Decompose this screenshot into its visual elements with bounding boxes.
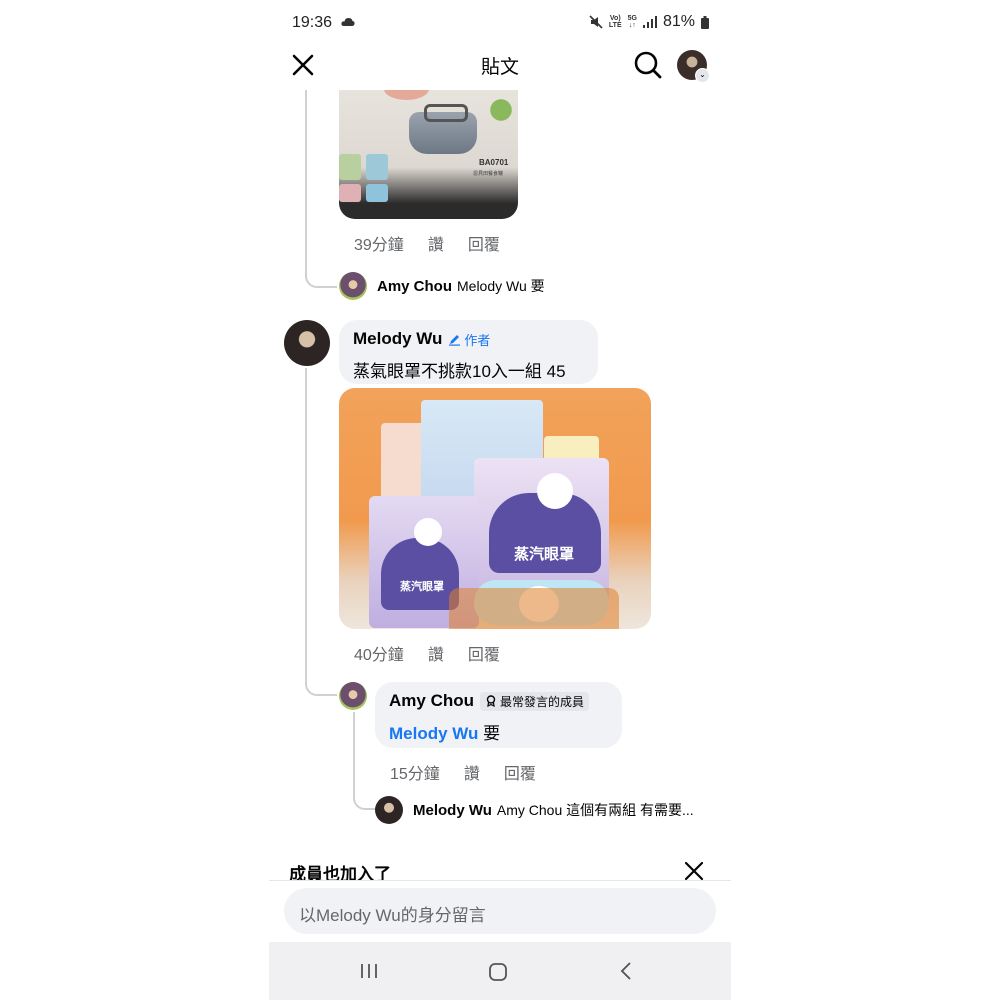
divider <box>269 880 731 881</box>
thread-connector <box>305 678 337 696</box>
thread-line <box>305 90 307 278</box>
comment-placeholder: 以Melody Wu的身分留言 <box>299 906 486 925</box>
back-icon[interactable] <box>619 961 633 981</box>
reply-author: Melody Wu <box>413 801 492 819</box>
reply-meta: 15分鐘 讚 回覆 <box>390 760 536 784</box>
reply-preview: Amy Chou 這個有兩組 有需要... <box>496 802 694 818</box>
thread-line <box>305 368 307 684</box>
collapsed-reply[interactable]: Amy Chou Melody Wu 要 <box>339 272 545 300</box>
signal-icon <box>642 16 657 28</box>
comment-time: 39分鐘 <box>354 237 404 254</box>
reply-text: Melody Wu 要 <box>389 724 501 743</box>
status-icons: Vo) LTE 5G ↓↑ 81% <box>589 13 709 31</box>
like-button[interactable]: 讚 <box>464 760 480 784</box>
comment-image-eyemask[interactable]: 蒸汽眼罩 蒸汽眼罩 <box>339 388 651 629</box>
status-time: 19:36 <box>292 14 333 31</box>
mention-link[interactable]: Melody Wu <box>389 724 478 743</box>
comment-text: 蒸氣眼罩不挑款10入一組 45 <box>353 362 566 381</box>
close-icon[interactable] <box>683 860 705 882</box>
top-contributor-badge: 最常發言的成員 <box>480 691 590 711</box>
collapsed-reply[interactable]: Melody Wu Amy Chou 這個有兩組 有需要... <box>375 796 694 824</box>
home-icon[interactable] <box>488 962 508 982</box>
reply-preview: Melody Wu 要 <box>457 278 545 294</box>
phone-screen: 19:36 Vo) LTE 5G ↓↑ 81% 貼文 ⌄ BA0701 恩貝田餐… <box>269 0 731 1000</box>
comment-meta: 39分鐘 讚 回覆 <box>354 231 500 255</box>
pencil-icon <box>449 334 461 346</box>
mute-icon <box>589 15 603 29</box>
reply-button[interactable]: 回覆 <box>468 641 500 665</box>
avatar[interactable] <box>339 682 367 710</box>
comment-bubble: Melody Wu 作者 蒸氣眼罩不挑款10入一組 45 <box>339 320 598 384</box>
comment-time: 15分鐘 <box>390 766 440 783</box>
like-button[interactable]: 讚 <box>428 641 444 665</box>
reply-bubble: Amy Chou 最常發言的成員 Melody Wu 要 <box>375 682 622 748</box>
volte-indicator: Vo) LTE <box>608 15 622 29</box>
comment-meta: 40分鐘 讚 回覆 <box>354 641 500 665</box>
thread-connector <box>305 270 337 288</box>
chevron-down-icon: ⌄ <box>695 68 710 83</box>
comment-author[interactable]: Melody Wu <box>353 329 442 349</box>
comment-composer: 以Melody Wu的身分留言 <box>269 880 731 942</box>
reply-button[interactable]: 回覆 <box>504 760 536 784</box>
avatar <box>339 272 367 300</box>
search-icon[interactable] <box>633 50 663 80</box>
battery-icon <box>701 15 709 29</box>
status-bar: 19:36 Vo) LTE 5G ↓↑ 81% <box>269 0 731 46</box>
app-header: 貼文 ⌄ <box>269 46 731 86</box>
thread-line <box>353 712 355 797</box>
reply-button[interactable]: 回覆 <box>468 231 500 255</box>
battery-percent: 81% <box>662 13 695 30</box>
author-badge: 作者 <box>448 330 490 349</box>
thread-connector <box>353 792 375 810</box>
comment-input[interactable]: 以Melody Wu的身分留言 <box>284 888 716 934</box>
comment-image-lunchbox[interactable]: BA0701 恩貝田餐食罐 <box>339 90 518 219</box>
medal-icon <box>486 695 496 707</box>
comment-time: 40分鐘 <box>354 647 404 664</box>
reply-author[interactable]: Amy Chou <box>389 691 474 711</box>
profile-avatar[interactable]: ⌄ <box>677 50 710 83</box>
system-nav-bar <box>269 942 731 1000</box>
reply-author: Amy Chou <box>377 277 452 295</box>
weather-icon <box>341 18 355 26</box>
avatar <box>375 796 403 824</box>
recent-apps-icon[interactable] <box>359 962 379 980</box>
network-indicator: 5G ↓↑ <box>627 15 637 29</box>
like-button[interactable]: 讚 <box>428 231 444 255</box>
avatar[interactable] <box>284 320 330 366</box>
